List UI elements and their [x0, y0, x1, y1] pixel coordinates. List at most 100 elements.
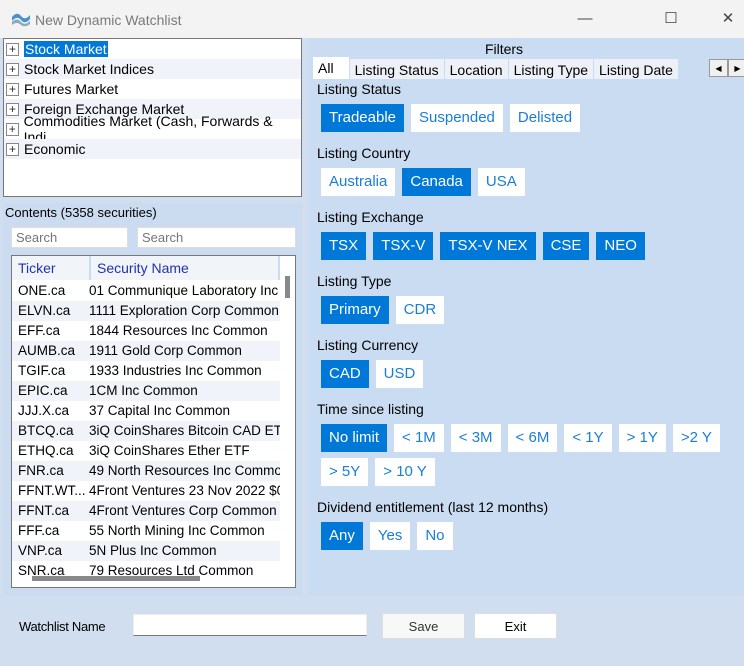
horizontal-scrollbar[interactable] — [32, 576, 200, 581]
save-button[interactable]: Save — [382, 613, 465, 639]
filter-button--1m[interactable]: < 1M — [394, 424, 444, 452]
close-button[interactable]: ✕ — [713, 8, 743, 30]
tab-all[interactable]: All — [313, 57, 349, 79]
security-name-cell: 01 Communique Laboratory Inc — [89, 283, 279, 298]
filter-button-tsx-v-nex[interactable]: TSX-V NEX — [440, 232, 536, 260]
ticker-cell: AUMB.ca — [18, 343, 76, 358]
tab-listing-status[interactable]: Listing Status — [349, 59, 444, 79]
filter-button-cse[interactable]: CSE — [542, 232, 590, 260]
ticker-cell: FFNT.WT... — [18, 483, 86, 498]
filter-button-usd[interactable]: USD — [375, 360, 424, 388]
table-row[interactable]: EPIC.ca 1CM Inc Common — [12, 381, 280, 401]
filter-button-canada[interactable]: Canada — [402, 168, 471, 196]
filter-button-row: Australia Canada USA — [321, 168, 525, 196]
filter-button--1y[interactable]: > 1Y — [618, 424, 666, 452]
ticker-search-input[interactable] — [11, 227, 128, 248]
filter-button-cdr[interactable]: CDR — [395, 296, 445, 324]
tree-item-label: Stock Market Indices — [24, 61, 154, 77]
minimize-button[interactable]: — — [570, 8, 600, 30]
tab-scroll-left-icon[interactable]: ◀ — [709, 59, 728, 77]
filter-button-row: No limit < 1M < 3M < 6M < 1Y > 1Y >2 Y — [321, 424, 720, 452]
security-name-cell: 1933 Industries Inc Common — [89, 363, 262, 378]
table-row[interactable]: VNP.ca 5N Plus Inc Common — [12, 541, 280, 561]
security-name-cell: 55 North Mining Inc Common — [89, 523, 265, 538]
ticker-cell: TGIF.ca — [18, 363, 66, 378]
table-row[interactable]: TGIF.ca 1933 Industries Inc Common — [12, 361, 280, 381]
filter-button-tradeable[interactable]: Tradeable — [321, 104, 404, 132]
column-header-ticker[interactable]: Ticker — [12, 256, 91, 280]
filter-button--2-y[interactable]: >2 Y — [672, 424, 720, 452]
column-header-security-name[interactable]: Security Name — [91, 256, 280, 280]
expand-plus-icon[interactable]: + — [6, 102, 19, 116]
table-row[interactable]: EFF.ca 1844 Resources Inc Common — [12, 321, 280, 341]
expand-plus-icon[interactable]: + — [6, 62, 19, 76]
filter-button-australia[interactable]: Australia — [321, 168, 396, 196]
filter-button-suspended[interactable]: Suspended — [411, 104, 503, 132]
table-row[interactable]: JJJ.X.ca 37 Capital Inc Common — [12, 401, 280, 421]
table-row[interactable]: ONE.ca 01 Communique Laboratory Inc — [12, 281, 280, 301]
tab-scroll-right-icon[interactable]: ▶ — [728, 59, 744, 77]
ticker-cell: ONE.ca — [18, 283, 66, 298]
filter-button-no[interactable]: No — [417, 522, 453, 550]
tab-location[interactable]: Location — [444, 59, 508, 79]
tree-item[interactable]: + Stock Market Indices — [4, 59, 301, 79]
security-name-cell: 49 North Resources Inc Common — [89, 463, 280, 478]
table-row[interactable]: AUMB.ca 1911 Gold Corp Common — [12, 341, 280, 361]
filter-button-primary[interactable]: Primary — [321, 296, 389, 324]
filter-group-label: Listing Exchange — [317, 209, 424, 225]
security-name-cell: 1844 Resources Inc Common — [89, 323, 268, 338]
filter-button-tsx-v[interactable]: TSX-V — [373, 232, 434, 260]
table-row[interactable]: FNR.ca 49 North Resources Inc Common — [12, 461, 280, 481]
ticker-cell: EPIC.ca — [18, 383, 68, 398]
tab-listing-type[interactable]: Listing Type — [508, 59, 594, 79]
table-row[interactable]: FFNT.WT... 4Front Ventures 23 Nov 2022 $0 — [12, 481, 280, 501]
market-tree[interactable]: + Stock Market + Stock Market Indices + Futur… — [3, 38, 302, 197]
filter-group-label: Time since listing — [317, 401, 424, 417]
filter-button--6m[interactable]: < 6M — [507, 424, 558, 452]
table-row[interactable]: FFNT.ca 4Front Ventures Corp Common — [12, 501, 280, 521]
name-search-input[interactable] — [137, 227, 296, 248]
filter-button--5y[interactable]: > 5Y — [321, 458, 369, 486]
tree-item[interactable]: + Commodities Market (Cash, Forwards & In… — [4, 113, 301, 145]
filter-button--10-y[interactable]: > 10 Y — [375, 458, 435, 486]
watchlist-name-input[interactable] — [133, 614, 367, 636]
ticker-cell: BTCQ.ca — [18, 423, 74, 438]
security-name-cell: 4Front Ventures 23 Nov 2022 $0 — [89, 483, 280, 498]
filter-button-no-limit[interactable]: No limit — [321, 424, 388, 452]
vertical-scrollbar[interactable] — [285, 276, 290, 298]
tree-item[interactable]: + Stock Market — [4, 39, 301, 59]
filter-button-any[interactable]: Any — [321, 522, 363, 550]
filter-button-yes[interactable]: Yes — [369, 522, 411, 550]
tab-listing-date[interactable]: Listing Date — [594, 59, 678, 79]
filter-button--3m[interactable]: < 3M — [450, 424, 501, 452]
filter-button-tsx[interactable]: TSX — [321, 232, 367, 260]
tree-item-label: Stock Market — [24, 41, 108, 57]
contents-panel: Contents (5358 securities) Ticker Securi… — [3, 203, 302, 595]
filter-button-cad[interactable]: CAD — [321, 360, 369, 388]
filter-button--1y[interactable]: < 1Y — [564, 424, 612, 452]
security-name-cell: 1911 Gold Corp Common — [89, 343, 242, 358]
table-row[interactable]: FFF.ca 55 North Mining Inc Common — [12, 521, 280, 541]
security-name-cell: 1CM Inc Common — [89, 383, 198, 398]
filter-button-usa[interactable]: USA — [477, 168, 525, 196]
tree-item[interactable]: + Futures Market — [4, 79, 301, 99]
table-row[interactable]: ELVN.ca 1111 Exploration Corp Common — [12, 301, 280, 321]
filters-panel: Filters All Listing Status Location Listing… — [308, 38, 744, 595]
expand-plus-icon[interactable]: + — [6, 82, 19, 96]
expand-plus-icon[interactable]: + — [6, 122, 19, 136]
table-row[interactable]: ETHQ.ca 3iQ CoinShares Ether ETF — [12, 441, 280, 461]
filter-button-delisted[interactable]: Delisted — [509, 104, 581, 132]
ticker-cell: JJJ.X.ca — [18, 403, 70, 418]
tree-item[interactable]: + Economic — [4, 139, 301, 159]
expand-plus-icon[interactable]: + — [6, 142, 19, 156]
security-name-cell: 37 Capital Inc Common — [89, 403, 231, 418]
table-row[interactable]: BTCQ.ca 3iQ CoinShares Bitcoin CAD ETF — [12, 421, 280, 441]
exit-button[interactable]: Exit — [474, 613, 557, 639]
maximize-button[interactable]: ☐ — [656, 8, 686, 30]
filter-group-label: Listing Country — [317, 145, 411, 161]
expand-plus-icon[interactable]: + — [6, 42, 19, 56]
security-name-cell: 1111 Exploration Corp Common — [89, 303, 279, 318]
filter-button-row: Tradeable Suspended Delisted — [321, 104, 581, 132]
tree-item-label: Economic — [24, 141, 86, 157]
filter-button-neo[interactable]: NEO — [596, 232, 645, 260]
